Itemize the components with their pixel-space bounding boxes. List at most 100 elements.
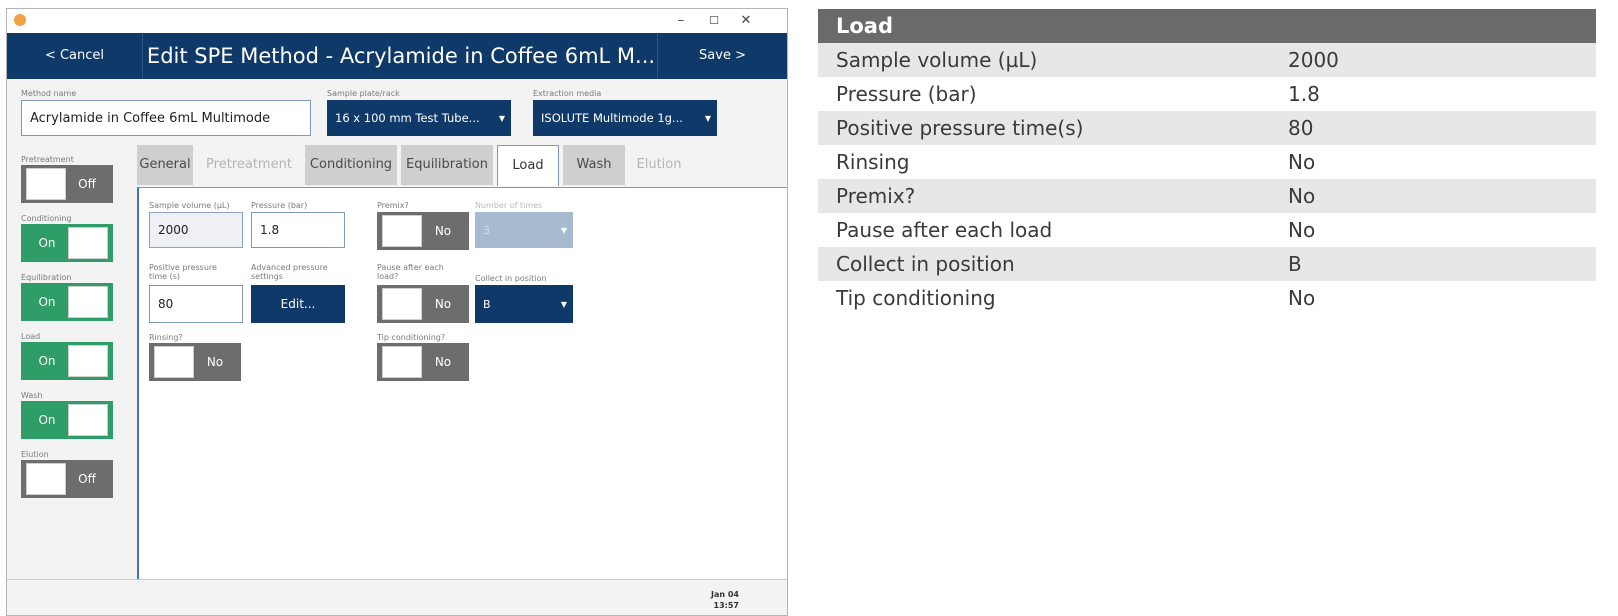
- pause-label-line1: Pause after each: [377, 263, 444, 272]
- toggle-knob: [382, 288, 422, 320]
- step-label-wash: Wash: [21, 391, 43, 400]
- edit-advanced-pressure-button[interactable]: Edit...: [251, 285, 345, 323]
- toggle-knob: [26, 168, 66, 200]
- positive-pressure-time-field[interactable]: 80: [149, 285, 243, 323]
- rinsing-toggle[interactable]: No: [149, 343, 241, 381]
- table-row: Rinsing No: [818, 145, 1596, 179]
- table-row: Premix? No: [818, 179, 1596, 213]
- extraction-media-dropdown[interactable]: ISOLUTE Multimode 1g... ▼: [533, 100, 717, 136]
- collect-position-dropdown[interactable]: B ▼: [475, 285, 573, 323]
- load-toggle[interactable]: On: [21, 342, 113, 380]
- equilibration-toggle[interactable]: On: [21, 283, 113, 321]
- pause-label-line2: load?: [377, 272, 399, 281]
- step-label-pretreatment: Pretreatment: [21, 155, 74, 164]
- extraction-media-label: Extraction media: [533, 89, 602, 98]
- tab-load[interactable]: Load: [497, 145, 559, 186]
- chevron-down-icon: ▼: [704, 113, 712, 123]
- close-button[interactable]: ✕: [732, 11, 760, 31]
- wash-toggle[interactable]: On: [21, 401, 113, 439]
- table-row: Collect in position B: [818, 247, 1596, 281]
- cancel-button[interactable]: < Cancel: [7, 33, 143, 79]
- maximize-button[interactable]: ☐: [700, 11, 728, 31]
- status-time: 13:57: [713, 601, 739, 610]
- row-key: Pressure (bar): [836, 82, 977, 106]
- toggle-state: On: [38, 236, 56, 250]
- row-value: No: [1288, 150, 1316, 174]
- method-editor: Method name Acrylamide in Coffee 6mL Mul…: [7, 79, 787, 579]
- status-bar: Jan 04 13:57: [7, 579, 787, 615]
- conditioning-toggle[interactable]: On: [21, 224, 113, 262]
- positive-pressure-label: Positive pressure time (s): [149, 263, 217, 281]
- row-key: Rinsing: [836, 150, 910, 174]
- tab-pretreatment[interactable]: Pretreatment: [197, 145, 301, 185]
- table-row: Pause after each load No: [818, 213, 1596, 247]
- toggle-knob: [382, 346, 422, 378]
- step-label-conditioning: Conditioning: [21, 214, 72, 223]
- toggle-state: No: [434, 224, 452, 238]
- page-title: Edit SPE Method - Acrylamide in Coffee 6…: [146, 44, 656, 68]
- load-settings-panel: Sample volume (µL) 2000 Pressure (bar) 1…: [137, 187, 787, 579]
- number-of-times-dropdown: 3 ▼: [475, 212, 573, 248]
- table-header: Load: [818, 9, 1596, 43]
- toggle-state: No: [434, 355, 452, 369]
- method-name-field[interactable]: Acrylamide in Coffee 6mL Multimode: [21, 100, 311, 136]
- sample-plate-dropdown[interactable]: 16 x 100 mm Test Tube... ▼: [327, 100, 511, 136]
- minimize-button[interactable]: –: [667, 11, 695, 31]
- row-value: No: [1288, 218, 1316, 242]
- save-button[interactable]: Save >: [657, 33, 787, 79]
- table-row: Positive pressure time(s) 80: [818, 111, 1596, 145]
- toggle-knob: [68, 227, 108, 259]
- step-tabs: General Pretreatment Conditioning Equili…: [137, 145, 787, 187]
- chevron-down-icon: ▼: [560, 299, 568, 309]
- toggle-state: No: [206, 355, 224, 369]
- window-titlebar: – ☐ ✕: [7, 9, 787, 33]
- row-key: Sample volume (µL): [836, 48, 1038, 72]
- toggle-state: Off: [78, 177, 96, 191]
- method-name-label: Method name: [21, 89, 77, 98]
- positive-pressure-label-line1: Positive pressure: [149, 263, 217, 272]
- row-value: B: [1288, 252, 1302, 276]
- tab-equilibration[interactable]: Equilibration: [401, 145, 493, 185]
- row-value: No: [1288, 184, 1316, 208]
- rinsing-label: Rinsing?: [149, 333, 183, 342]
- toggle-knob: [68, 404, 108, 436]
- tip-conditioning-toggle[interactable]: No: [377, 343, 469, 381]
- collect-position-label: Collect in position: [475, 274, 547, 283]
- tab-conditioning[interactable]: Conditioning: [305, 145, 397, 185]
- toggle-state: On: [38, 413, 56, 427]
- step-label-load: Load: [21, 332, 41, 341]
- toggle-knob: [26, 463, 66, 495]
- premix-label: Premix?: [377, 201, 409, 210]
- toggle-state: No: [434, 297, 452, 311]
- positive-pressure-label-line2: time (s): [149, 272, 181, 281]
- tab-wash[interactable]: Wash: [563, 145, 625, 185]
- pressure-label: Pressure (bar): [251, 201, 308, 210]
- elution-toggle[interactable]: Off: [21, 460, 113, 498]
- tab-general[interactable]: General: [137, 145, 193, 185]
- toggle-knob: [382, 215, 422, 247]
- sample-volume-field[interactable]: 2000: [149, 212, 243, 248]
- pressure-field[interactable]: 1.8: [251, 212, 345, 248]
- extraction-media-value: ISOLUTE Multimode 1g...: [541, 111, 683, 125]
- table-row: Pressure (bar) 1.8: [818, 77, 1596, 111]
- toggle-knob: [68, 286, 108, 318]
- advanced-pressure-label: Advanced pressure settings: [251, 263, 328, 281]
- sample-plate-label: Sample plate/rack: [327, 89, 400, 98]
- chevron-down-icon: ▼: [498, 113, 506, 123]
- table-row: Tip conditioning No: [818, 281, 1596, 315]
- load-summary-table: Load Sample volume (µL) 2000 Pressure (b…: [818, 9, 1596, 319]
- premix-toggle[interactable]: No: [377, 212, 469, 250]
- chevron-down-icon: ▼: [560, 225, 568, 235]
- toggle-knob: [68, 345, 108, 377]
- sample-plate-value: 16 x 100 mm Test Tube...: [335, 111, 480, 125]
- row-value: 2000: [1288, 48, 1339, 72]
- pretreatment-toggle[interactable]: Off: [21, 165, 113, 203]
- collect-position-value: B: [483, 297, 491, 311]
- pause-after-load-toggle[interactable]: No: [377, 285, 469, 323]
- tab-elution[interactable]: Elution: [627, 145, 691, 185]
- status-date: Jan 04: [711, 590, 739, 599]
- number-of-times-value: 3: [483, 223, 490, 237]
- row-key: Premix?: [836, 184, 916, 208]
- toggle-knob: [154, 346, 194, 378]
- row-key: Collect in position: [836, 252, 1015, 276]
